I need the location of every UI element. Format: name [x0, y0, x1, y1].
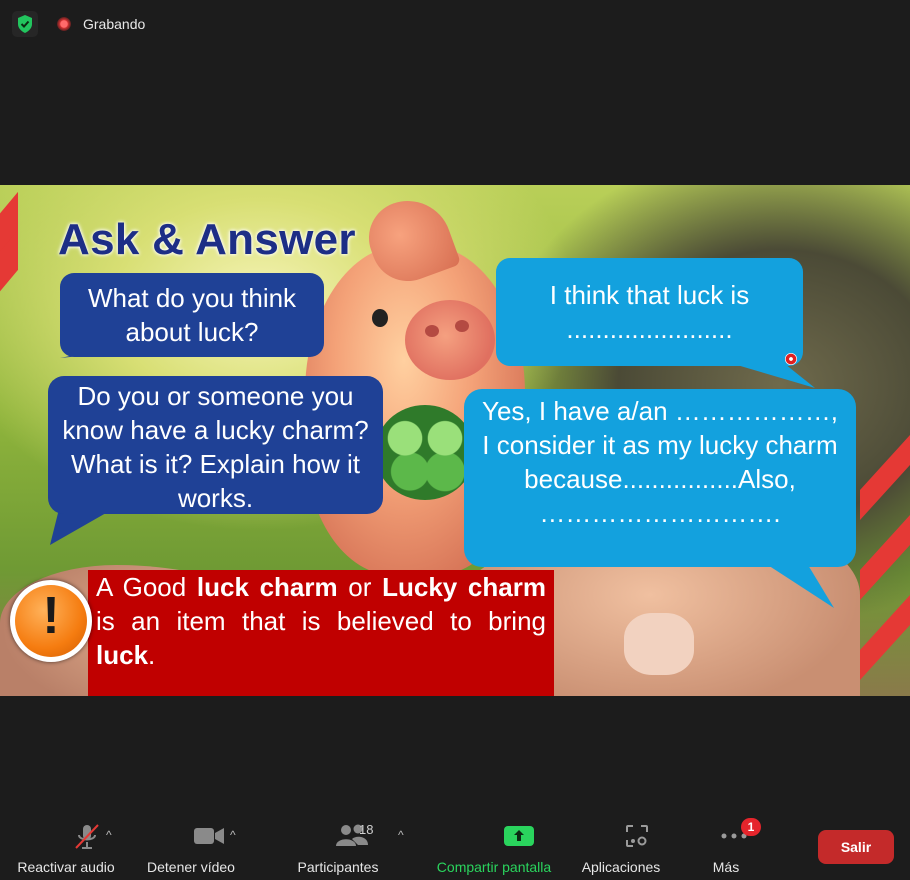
participants-button[interactable]: 18 Participantes: [290, 822, 386, 875]
participants-label: Participantes: [297, 859, 379, 875]
four-leaf-clover-image: [375, 405, 475, 500]
apps-icon: [576, 822, 666, 850]
share-screen-button[interactable]: Compartir pantalla: [428, 822, 560, 875]
more-label: Más: [712, 859, 740, 875]
question-bubble-1: What do you think about luck?: [60, 273, 324, 357]
definition-bold: luck: [96, 640, 149, 670]
definition-box: A Good luck charm or Lucky charm is an i…: [88, 570, 554, 696]
video-camera-icon: [139, 822, 243, 850]
pig-nostril: [455, 320, 469, 332]
shared-slide: Ask & Answer What do you think about luc…: [0, 185, 910, 696]
answer-bubble-1: I think that luck is ...................…: [496, 258, 803, 366]
audio-options-chevron-icon[interactable]: ^: [106, 828, 112, 842]
exclamation-mark: !: [42, 587, 60, 645]
share-screen-icon: [428, 822, 560, 850]
definition-text: is an item that is believed to bring: [96, 606, 546, 636]
stop-video-label: Detener vídeo: [147, 859, 235, 875]
bubble-tail: [760, 560, 834, 608]
answer-1-text: I think that luck is ...................…: [549, 280, 750, 344]
security-shield-icon[interactable]: [12, 11, 38, 37]
definition-text: A Good: [96, 572, 197, 602]
question-1-text: What do you think about luck?: [87, 283, 297, 347]
more-notification-badge: 1: [741, 818, 761, 836]
pig-eye: [372, 309, 388, 327]
stop-video-button[interactable]: Detener vídeo: [139, 822, 243, 875]
pig-nostril: [425, 325, 439, 337]
question-bubble-2: Do you or someone you know have a lucky …: [48, 376, 383, 514]
apps-label: Aplicaciones: [581, 859, 661, 875]
pig-snout-image: [405, 300, 495, 380]
top-bar: Grabando: [0, 0, 910, 50]
participants-count: 18: [359, 822, 374, 837]
definition-bold: luck charm: [196, 572, 338, 602]
leave-button[interactable]: Salir: [818, 830, 894, 864]
decor-stripes-right: [860, 435, 910, 680]
apps-button[interactable]: Aplicaciones: [576, 822, 666, 875]
definition-text: or: [337, 572, 383, 602]
thumbnail-image: [624, 613, 694, 675]
answer-bubble-2: Yes, I have a/an ………………, I consider it a…: [464, 389, 856, 567]
meeting-toolbar: Reactivar audio ^ Detener vídeo ^ 18 Par…: [0, 808, 910, 880]
slide-title: Ask & Answer: [58, 215, 356, 264]
unmute-audio-label: Reactivar audio: [17, 859, 115, 875]
participants-icon: 18: [290, 822, 386, 850]
recording-icon: [57, 17, 71, 31]
exclamation-icon: !: [10, 580, 92, 662]
recording-label: Grabando: [83, 16, 146, 32]
video-options-chevron-icon[interactable]: ^: [230, 828, 236, 842]
annotation-pointer-icon: [785, 353, 797, 365]
share-screen-label: Compartir pantalla: [436, 859, 552, 875]
definition-text: .: [148, 640, 156, 670]
answer-2-text: Yes, I have a/an ………………, I consider it a…: [482, 396, 838, 528]
question-2-text: Do you or someone you know have a lucky …: [62, 381, 369, 513]
participants-options-chevron-icon[interactable]: ^: [398, 828, 404, 842]
definition-bold: Lucky charm: [382, 572, 546, 602]
